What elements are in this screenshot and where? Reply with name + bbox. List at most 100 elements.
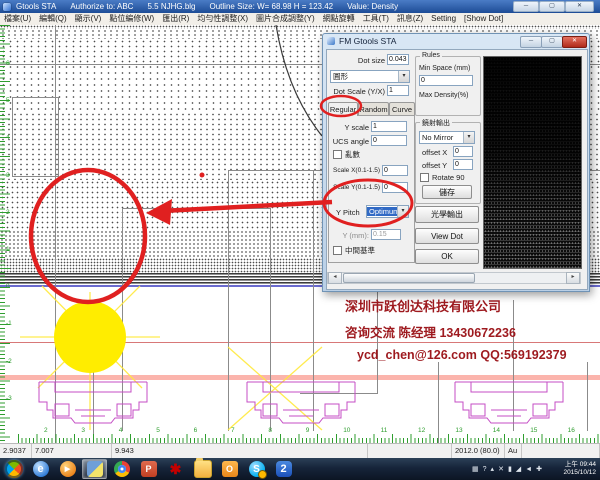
ie-icon[interactable]: e (28, 459, 53, 479)
two-app-icon[interactable]: 2 (271, 459, 296, 479)
tab-regular[interactable]: Regular (328, 102, 358, 116)
construction-line (313, 170, 314, 431)
ppt-glyph: P (141, 461, 157, 477)
ie-glyph: e (33, 461, 49, 477)
construction-line (438, 362, 439, 443)
dialog-horizontal-scrollbar[interactable]: ◂ ▸ (327, 272, 581, 284)
status-cell: 2012.0 (80.0) (452, 444, 505, 458)
battery-tray-icon[interactable]: ▮ (508, 465, 512, 473)
offset-y-label: offset Y (422, 161, 447, 170)
maximize-button[interactable]: ▢ (539, 1, 565, 12)
dialog-maximize-button[interactable]: ▢ (541, 36, 563, 48)
value-mode-text: Value: Density (347, 2, 398, 11)
center-reference-checkbox[interactable]: 中間基準 (333, 245, 375, 256)
dropdown-arrow-icon[interactable]: ▾ (397, 206, 408, 217)
menu-item[interactable]: 匯出(R) (158, 13, 193, 25)
rotate-90-checkbox[interactable]: Rotate 90 (420, 173, 465, 182)
status-cell: Au (505, 444, 522, 458)
mirror-dropdown[interactable]: No Mirror ▾ (419, 131, 475, 144)
show-hidden-icons-button[interactable]: ▴ (491, 465, 495, 473)
menu-item[interactable]: 工具(T) (359, 13, 393, 25)
action-center-tray-icon[interactable]: ✚ (536, 465, 542, 473)
volume-tray-icon[interactable]: ◄ (525, 466, 532, 473)
menu-item[interactable]: Setting (427, 13, 460, 25)
media-player-icon[interactable]: ▶ (55, 459, 80, 479)
menu-item[interactable]: 檔案(U) (0, 13, 35, 25)
help-tray-icon[interactable]: ? (483, 466, 487, 473)
menu-item[interactable]: 均勻性調整(X) (193, 13, 252, 25)
min-space-input[interactable] (419, 75, 473, 86)
watermark-contact: 咨询交流 陈经理 13430672236 (345, 322, 597, 341)
dot-shape-dropdown[interactable]: 圓形 ▾ (330, 70, 410, 83)
menu-item[interactable]: 顯示(V) (71, 13, 106, 25)
dropdown-arrow-icon[interactable]: ▾ (463, 132, 474, 143)
view-dot-button[interactable]: View Dot (415, 228, 479, 244)
tab-curve[interactable]: Curve (389, 102, 415, 115)
powerpoint-icon[interactable]: P (136, 459, 161, 479)
scroll-right-arrow[interactable]: ▸ (566, 272, 580, 284)
outlook-icon[interactable]: O (217, 459, 242, 479)
dot-scale-input[interactable] (387, 85, 409, 96)
minimize-button[interactable]: ─ (513, 1, 539, 12)
checkbox-box[interactable] (333, 246, 342, 255)
left-ruler-label: 2 (6, 209, 10, 216)
scale-y-input[interactable] (382, 182, 408, 193)
menu-item[interactable]: 圖片合成調整(Y) (252, 13, 319, 25)
rules-group-caption: Rules (420, 52, 442, 59)
menu-item[interactable]: [Show Dot] (460, 13, 507, 25)
checkbox-box[interactable] (420, 173, 429, 182)
yellow-construction-lines (20, 286, 322, 430)
random-checkbox-label: 亂數 (345, 149, 360, 160)
bottom-ruler-label: 15 (530, 427, 537, 434)
checkbox-box[interactable] (333, 150, 342, 159)
network-error-tray-icon[interactable]: ✕ (498, 465, 504, 473)
status-cell: 2.9037 (0, 444, 32, 458)
notes-app-icon[interactable] (82, 459, 107, 479)
dot-size-input[interactable] (387, 54, 409, 65)
scroll-left-arrow[interactable]: ◂ (328, 272, 342, 284)
magenta-part-outline (455, 382, 563, 423)
left-ruler-label: -2 (6, 358, 12, 365)
offset-x-label: offset X (422, 148, 447, 157)
authorize-text: Authorize to: ABC (70, 2, 133, 11)
dot-preview-pane (483, 56, 582, 269)
start-button[interactable] (1, 459, 26, 479)
construction-line (270, 208, 271, 431)
dialog-minimize-button[interactable]: ─ (520, 36, 542, 48)
tab-random[interactable]: Random (358, 102, 389, 115)
dropdown-arrow-icon[interactable]: ▾ (398, 71, 409, 82)
offset-x-input[interactable] (453, 146, 473, 157)
scale-x-input[interactable] (382, 165, 408, 176)
dialog-close-button[interactable]: ✕ (562, 36, 587, 48)
menu-item[interactable]: 點位編修(W) (105, 13, 158, 25)
close-button[interactable]: ✕ (565, 1, 594, 12)
menu-item[interactable]: 訊息(Z) (393, 13, 427, 25)
menu-item[interactable]: 網點旋轉 (319, 13, 359, 25)
chrome-icon[interactable] (109, 459, 134, 479)
optical-output-button[interactable]: 光學輸出 (415, 206, 479, 223)
y-pitch-dropdown[interactable]: Optimum ▾ (366, 205, 409, 218)
ucs-angle-input[interactable] (371, 135, 407, 146)
reference-band (0, 375, 600, 380)
y-scale-input[interactable] (371, 121, 407, 132)
start-glyph (5, 460, 23, 478)
splat-glyph: ✱ (168, 461, 184, 477)
bottom-ruler-label: 10 (343, 427, 350, 434)
y-pitch-value: Optimum (367, 207, 397, 216)
desktop: Gtools STA Authorize to: ABC 5.5 NJHG.bl… (0, 0, 600, 480)
usb-tray-icon[interactable]: ▦ (472, 465, 479, 473)
clock[interactable]: 上午 09:44 2015/10/12 (546, 461, 596, 477)
offset-y-input[interactable] (453, 159, 473, 170)
explorer-icon[interactable] (190, 459, 215, 479)
ok-button[interactable]: OK (415, 249, 479, 264)
fm-gtools-dialog: FM Gtools STA ─ ▢ ✕ Dot size 圓形 ▾ Dot Sc… (322, 33, 590, 292)
notes-glyph (87, 461, 103, 477)
watermark-company: 深圳市跃创达科技有限公司 (345, 296, 597, 315)
random-checkbox[interactable]: 亂數 (333, 149, 360, 160)
signal-tray-icon[interactable]: ◢ (516, 465, 521, 473)
red-app-icon[interactable]: ✱ (163, 459, 188, 479)
save-button[interactable]: 儲存 (422, 185, 472, 199)
scrollbar-thumb[interactable] (343, 273, 475, 283)
skype-icon[interactable]: S (244, 459, 269, 479)
menu-item[interactable]: 編輯(Q) (35, 13, 71, 25)
